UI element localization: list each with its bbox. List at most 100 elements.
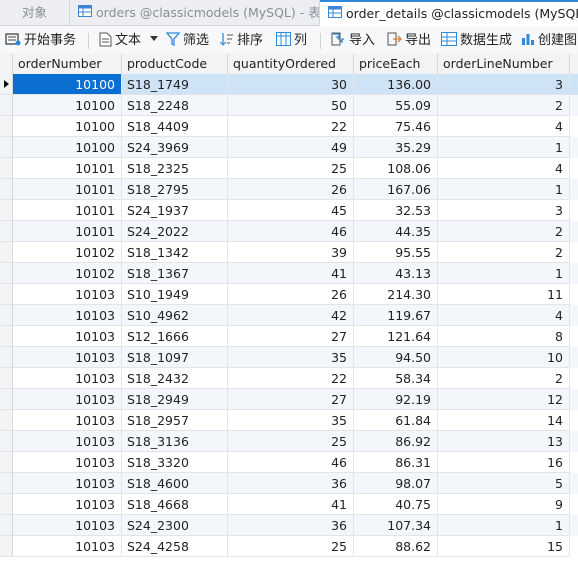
cell-orderNumber[interactable]: 10103: [13, 473, 122, 494]
cell-orderLineNumber[interactable]: 1: [438, 515, 570, 536]
cell-priceEach[interactable]: 136.00: [354, 74, 438, 95]
cell-orderNumber[interactable]: 10103: [13, 368, 122, 389]
row-indicator[interactable]: [0, 431, 13, 452]
cell-orderNumber[interactable]: 10100: [13, 95, 122, 116]
cell-orderLineNumber[interactable]: 4: [438, 116, 570, 137]
cell-orderNumber[interactable]: 10103: [13, 452, 122, 473]
data-generation-button[interactable]: 数据生成: [441, 26, 512, 56]
row-indicator[interactable]: [0, 452, 13, 473]
row-indicator[interactable]: [0, 389, 13, 410]
cell-productCode[interactable]: S18_3320: [122, 452, 228, 473]
cell-productCode[interactable]: S18_1342: [122, 242, 228, 263]
import-button[interactable]: 导入: [331, 26, 375, 56]
cell-quantityOrdered[interactable]: 36: [228, 515, 354, 536]
cell-quantityOrdered[interactable]: 46: [228, 452, 354, 473]
cell-priceEach[interactable]: 92.19: [354, 389, 438, 410]
table-row[interactable]: 10103 S24_4258 25 88.62 15: [0, 536, 578, 557]
cell-orderNumber[interactable]: 10103: [13, 347, 122, 368]
columns-button[interactable]: 列: [276, 26, 307, 56]
cell-quantityOrdered[interactable]: 41: [228, 494, 354, 515]
cell-orderLineNumber[interactable]: 16: [438, 452, 570, 473]
cell-orderLineNumber[interactable]: 12: [438, 389, 570, 410]
table-row[interactable]: 10103 S10_4962 42 119.67 4: [0, 305, 578, 326]
cell-orderNumber[interactable]: 10103: [13, 515, 122, 536]
cell-orderLineNumber[interactable]: 15: [438, 536, 570, 557]
table-row[interactable]: 10103 S18_2949 27 92.19 12: [0, 389, 578, 410]
cell-quantityOrdered[interactable]: 35: [228, 410, 354, 431]
create-chart-button[interactable]: 创建图: [521, 26, 577, 56]
cell-productCode[interactable]: S18_4409: [122, 116, 228, 137]
cell-productCode[interactable]: S18_2957: [122, 410, 228, 431]
cell-quantityOrdered[interactable]: 42: [228, 305, 354, 326]
cell-orderNumber[interactable]: 10103: [13, 389, 122, 410]
column-header-orderNumber[interactable]: orderNumber: [13, 53, 122, 74]
table-row[interactable]: 10103 S18_4600 36 98.07 5: [0, 473, 578, 494]
cell-priceEach[interactable]: 86.31: [354, 452, 438, 473]
cell-orderLineNumber[interactable]: 2: [438, 95, 570, 116]
row-indicator[interactable]: [0, 410, 13, 431]
cell-orderLineNumber[interactable]: 1: [438, 179, 570, 200]
row-indicator[interactable]: [0, 326, 13, 347]
sort-button[interactable]: 排序: [219, 26, 263, 56]
table-row[interactable]: 10103 S10_1949 26 214.30 11: [0, 284, 578, 305]
cell-orderNumber[interactable]: 10101: [13, 158, 122, 179]
table-row[interactable]: 10100 S18_4409 22 75.46 4: [0, 116, 578, 137]
cell-priceEach[interactable]: 107.34: [354, 515, 438, 536]
cell-quantityOrdered[interactable]: 45: [228, 200, 354, 221]
cell-productCode[interactable]: S24_4258: [122, 536, 228, 557]
table-row[interactable]: 10103 S12_1666 27 121.64 8: [0, 326, 578, 347]
cell-priceEach[interactable]: 40.75: [354, 494, 438, 515]
cell-productCode[interactable]: S24_1937: [122, 200, 228, 221]
table-row[interactable]: 10101 S18_2325 25 108.06 4: [0, 158, 578, 179]
begin-transaction-button[interactable]: 开始事务: [5, 26, 76, 56]
row-indicator[interactable]: [0, 305, 13, 326]
cell-priceEach[interactable]: 55.09: [354, 95, 438, 116]
row-indicator[interactable]: [0, 284, 13, 305]
table-row[interactable]: 10101 S24_2022 46 44.35 2: [0, 221, 578, 242]
cell-priceEach[interactable]: 58.34: [354, 368, 438, 389]
cell-orderNumber[interactable]: 10101: [13, 200, 122, 221]
cell-productCode[interactable]: S24_2022: [122, 221, 228, 242]
cell-priceEach[interactable]: 75.46: [354, 116, 438, 137]
cell-productCode[interactable]: S18_1097: [122, 347, 228, 368]
row-indicator[interactable]: [0, 347, 13, 368]
tab-order-details-table[interactable]: order_details @classicmodels (MySQL...: [320, 0, 578, 26]
cell-orderLineNumber[interactable]: 4: [438, 158, 570, 179]
cell-priceEach[interactable]: 86.92: [354, 431, 438, 452]
row-indicator[interactable]: [0, 494, 13, 515]
row-indicator[interactable]: [0, 473, 13, 494]
cell-orderNumber[interactable]: 10103: [13, 494, 122, 515]
cell-priceEach[interactable]: 44.35: [354, 221, 438, 242]
cell-orderNumber[interactable]: 10100: [13, 74, 122, 95]
cell-priceEach[interactable]: 35.29: [354, 137, 438, 158]
cell-orderNumber[interactable]: 10103: [13, 284, 122, 305]
cell-orderLineNumber[interactable]: 8: [438, 326, 570, 347]
table-row[interactable]: 10100 S18_1749 30 136.00 3: [0, 74, 578, 95]
row-indicator[interactable]: [0, 221, 13, 242]
cell-quantityOrdered[interactable]: 25: [228, 158, 354, 179]
column-header-priceEach[interactable]: priceEach: [354, 53, 438, 74]
row-indicator[interactable]: [0, 368, 13, 389]
cell-orderNumber[interactable]: 10103: [13, 410, 122, 431]
cell-productCode[interactable]: S18_2248: [122, 95, 228, 116]
row-indicator[interactable]: [0, 515, 13, 536]
cell-productCode[interactable]: S18_2432: [122, 368, 228, 389]
row-indicator[interactable]: [0, 158, 13, 179]
current-row-indicator[interactable]: [0, 74, 13, 95]
cell-orderLineNumber[interactable]: 3: [438, 200, 570, 221]
cell-orderNumber[interactable]: 10101: [13, 179, 122, 200]
cell-productCode[interactable]: S18_2795: [122, 179, 228, 200]
cell-quantityOrdered[interactable]: 46: [228, 221, 354, 242]
cell-orderLineNumber[interactable]: 13: [438, 431, 570, 452]
cell-quantityOrdered[interactable]: 50: [228, 95, 354, 116]
cell-orderNumber[interactable]: 10103: [13, 326, 122, 347]
cell-orderNumber[interactable]: 10103: [13, 305, 122, 326]
cell-quantityOrdered[interactable]: 25: [228, 431, 354, 452]
cell-productCode[interactable]: S18_4668: [122, 494, 228, 515]
table-row[interactable]: 10100 S18_2248 50 55.09 2: [0, 95, 578, 116]
row-indicator[interactable]: [0, 116, 13, 137]
cell-quantityOrdered[interactable]: 49: [228, 137, 354, 158]
cell-priceEach[interactable]: 119.67: [354, 305, 438, 326]
cell-productCode[interactable]: S10_1949: [122, 284, 228, 305]
table-row[interactable]: 10103 S18_4668 41 40.75 9: [0, 494, 578, 515]
